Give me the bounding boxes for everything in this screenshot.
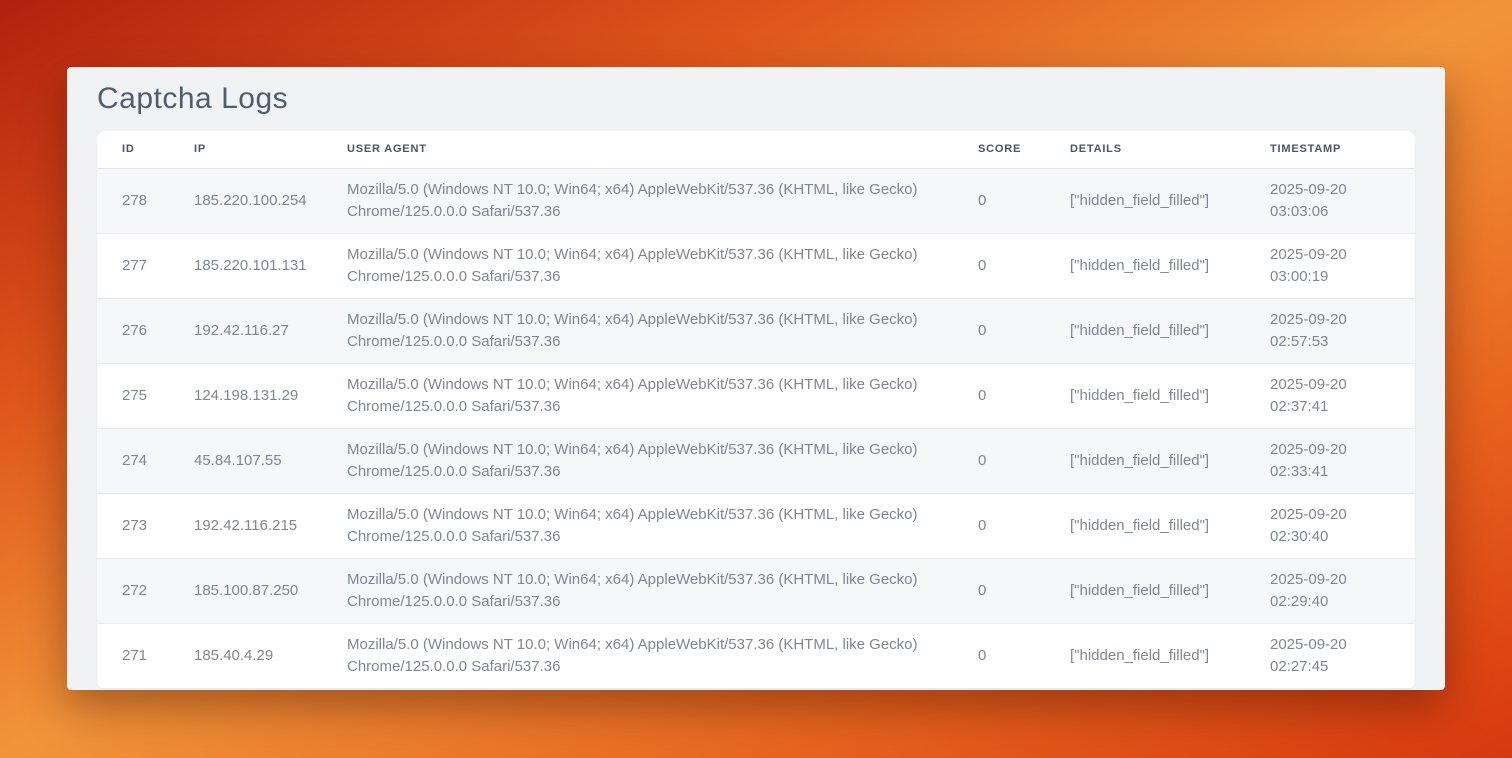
column-header-score: SCORE (978, 131, 1070, 168)
score-cell: 0 (978, 428, 1070, 493)
id-cell: 273 (97, 493, 194, 558)
timestamp-cell: 2025-09-20 02:57:53 (1270, 298, 1415, 363)
user-agent-cell: Mozilla/5.0 (Windows NT 10.0; Win64; x64… (347, 428, 978, 493)
table-row: 275124.198.131.29Mozilla/5.0 (Windows NT… (97, 363, 1415, 428)
user-agent-cell: Mozilla/5.0 (Windows NT 10.0; Win64; x64… (347, 623, 978, 688)
id-cell: 276 (97, 298, 194, 363)
captcha-logs-table: ID IP USER AGENT SCORE DETAILS TIMESTAMP… (97, 131, 1415, 689)
score-cell: 0 (978, 298, 1070, 363)
user-agent-cell: Mozilla/5.0 (Windows NT 10.0; Win64; x64… (347, 558, 978, 623)
ip-cell: 185.220.100.254 (194, 168, 347, 233)
table-header-row: ID IP USER AGENT SCORE DETAILS TIMESTAMP (97, 131, 1415, 168)
column-header-ip: IP (194, 131, 347, 168)
ip-cell: 192.42.116.215 (194, 493, 347, 558)
score-cell: 0 (978, 363, 1070, 428)
page-title: Captcha Logs (97, 78, 1415, 120)
ip-cell: 185.100.87.250 (194, 558, 347, 623)
table-row: 272185.100.87.250Mozilla/5.0 (Windows NT… (97, 558, 1415, 623)
timestamp-cell: 2025-09-20 02:30:40 (1270, 493, 1415, 558)
details-cell: ["hidden_field_filled"] (1070, 623, 1270, 688)
score-cell: 0 (978, 493, 1070, 558)
timestamp-cell: 2025-09-20 03:00:19 (1270, 233, 1415, 298)
details-cell: ["hidden_field_filled"] (1070, 363, 1270, 428)
timestamp-cell: 2025-09-20 03:03:06 (1270, 168, 1415, 233)
table-row: 278185.220.100.254Mozilla/5.0 (Windows N… (97, 168, 1415, 233)
details-cell: ["hidden_field_filled"] (1070, 168, 1270, 233)
id-cell: 275 (97, 363, 194, 428)
captcha-logs-card: Captcha Logs ID IP USER AGENT SCORE DETA… (67, 67, 1445, 690)
score-cell: 0 (978, 168, 1070, 233)
user-agent-cell: Mozilla/5.0 (Windows NT 10.0; Win64; x64… (347, 168, 978, 233)
ip-cell: 45.84.107.55 (194, 428, 347, 493)
table-row: 277185.220.101.131Mozilla/5.0 (Windows N… (97, 233, 1415, 298)
details-cell: ["hidden_field_filled"] (1070, 428, 1270, 493)
id-cell: 272 (97, 558, 194, 623)
column-header-id: ID (97, 131, 194, 168)
user-agent-cell: Mozilla/5.0 (Windows NT 10.0; Win64; x64… (347, 233, 978, 298)
column-header-details: DETAILS (1070, 131, 1270, 168)
score-cell: 0 (978, 558, 1070, 623)
timestamp-cell: 2025-09-20 02:29:40 (1270, 558, 1415, 623)
ip-cell: 185.220.101.131 (194, 233, 347, 298)
user-agent-cell: Mozilla/5.0 (Windows NT 10.0; Win64; x64… (347, 493, 978, 558)
details-cell: ["hidden_field_filled"] (1070, 298, 1270, 363)
timestamp-cell: 2025-09-20 02:37:41 (1270, 363, 1415, 428)
table-header: ID IP USER AGENT SCORE DETAILS TIMESTAMP (97, 131, 1415, 168)
table-row: 271185.40.4.29Mozilla/5.0 (Windows NT 10… (97, 623, 1415, 688)
table-row: 273192.42.116.215Mozilla/5.0 (Windows NT… (97, 493, 1415, 558)
details-cell: ["hidden_field_filled"] (1070, 233, 1270, 298)
id-cell: 277 (97, 233, 194, 298)
ip-cell: 124.198.131.29 (194, 363, 347, 428)
ip-cell: 185.40.4.29 (194, 623, 347, 688)
user-agent-cell: Mozilla/5.0 (Windows NT 10.0; Win64; x64… (347, 363, 978, 428)
score-cell: 0 (978, 623, 1070, 688)
column-header-user-agent: USER AGENT (347, 131, 978, 168)
id-cell: 271 (97, 623, 194, 688)
details-cell: ["hidden_field_filled"] (1070, 493, 1270, 558)
score-cell: 0 (978, 233, 1070, 298)
table-row: 27445.84.107.55Mozilla/5.0 (Windows NT 1… (97, 428, 1415, 493)
ip-cell: 192.42.116.27 (194, 298, 347, 363)
timestamp-cell: 2025-09-20 02:27:45 (1270, 623, 1415, 688)
column-header-timestamp: TIMESTAMP (1270, 131, 1415, 168)
id-cell: 274 (97, 428, 194, 493)
user-agent-cell: Mozilla/5.0 (Windows NT 10.0; Win64; x64… (347, 298, 978, 363)
details-cell: ["hidden_field_filled"] (1070, 558, 1270, 623)
id-cell: 278 (97, 168, 194, 233)
table-body: 278185.220.100.254Mozilla/5.0 (Windows N… (97, 168, 1415, 688)
timestamp-cell: 2025-09-20 02:33:41 (1270, 428, 1415, 493)
table-row: 276192.42.116.27Mozilla/5.0 (Windows NT … (97, 298, 1415, 363)
